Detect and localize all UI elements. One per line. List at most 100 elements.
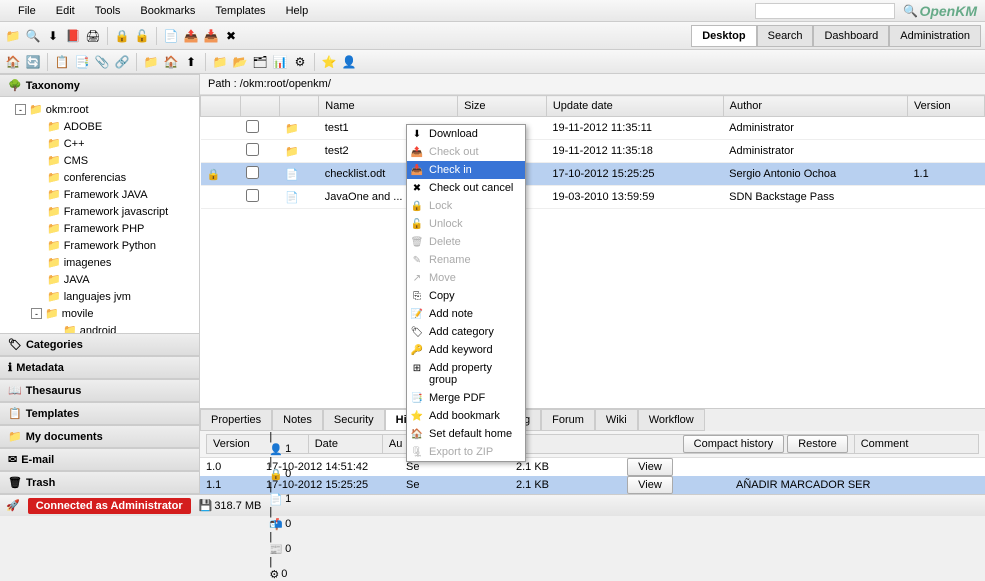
checkout-icon[interactable]: 📤: [182, 27, 200, 45]
new-folder-icon[interactable]: 📁: [4, 27, 22, 45]
history-row[interactable]: 1.117-10-2012 15:25:25Se2.1 KBViewAÑADIR…: [200, 476, 985, 494]
file-row[interactable]: 📁test119-11-2012 11:35:11Administrator: [201, 117, 985, 140]
tab-desktop[interactable]: Desktop: [691, 25, 756, 47]
tree-node[interactable]: 📁android: [0, 322, 199, 333]
tree-node[interactable]: -📁movile: [0, 305, 199, 322]
detail-tab[interactable]: Workflow: [638, 409, 705, 431]
row-checkbox[interactable]: [246, 143, 259, 156]
tree-node[interactable]: 📁C++: [0, 135, 199, 152]
ctx-check-in[interactable]: 📥Check in: [407, 161, 525, 179]
add-doc-icon[interactable]: 📄: [162, 27, 180, 45]
tree-node[interactable]: 📁imagenes: [0, 254, 199, 271]
tb-icon[interactable]: 🗂: [251, 53, 269, 71]
ctx-add-category[interactable]: 🏷Add category: [407, 323, 525, 341]
menu-help[interactable]: Help: [276, 2, 319, 20]
find-folder-icon[interactable]: 🔍: [24, 27, 42, 45]
tree-node[interactable]: 📁Framework Python: [0, 237, 199, 254]
view-button[interactable]: View: [627, 476, 673, 494]
checkin-icon[interactable]: 📥: [202, 27, 220, 45]
column-header[interactable]: Version: [907, 96, 984, 117]
tb-icon[interactable]: 📁: [211, 53, 229, 71]
tb-icon[interactable]: 📂: [231, 53, 249, 71]
detail-tab[interactable]: Notes: [272, 409, 323, 431]
tb-icon[interactable]: ⚙: [291, 53, 309, 71]
file-row[interactable]: 📁test219-11-2012 11:35:18Administrator: [201, 140, 985, 163]
row-checkbox[interactable]: [246, 189, 259, 202]
section-thesaurus[interactable]: 📖Thesaurus: [0, 379, 199, 402]
tree-node[interactable]: 📁Framework PHP: [0, 220, 199, 237]
search-input[interactable]: [755, 3, 895, 19]
menu-bookmarks[interactable]: Bookmarks: [130, 2, 205, 20]
tree-node[interactable]: -📁okm:root: [0, 101, 199, 118]
tab-dashboard[interactable]: Dashboard: [813, 25, 889, 47]
tree-toggle[interactable]: -: [15, 104, 26, 115]
tb-icon[interactable]: 📁: [142, 53, 160, 71]
print-icon[interactable]: 🖨: [84, 27, 102, 45]
cancel-checkout-icon[interactable]: ✖: [222, 27, 240, 45]
ctx-add-property-group[interactable]: ⊞Add property group: [407, 359, 525, 389]
ctx-check-out-cancel[interactable]: ✖Check out cancel: [407, 179, 525, 197]
section-metadata[interactable]: ℹMetadata: [0, 356, 199, 379]
tree-node[interactable]: 📁JAVA: [0, 271, 199, 288]
column-header[interactable]: [279, 96, 319, 117]
detail-tab[interactable]: Security: [323, 409, 385, 431]
tb-icon[interactable]: 📋: [53, 53, 71, 71]
column-header[interactable]: Size: [458, 96, 547, 117]
ctx-add-keyword[interactable]: 🔑Add keyword: [407, 341, 525, 359]
compact-history-button[interactable]: Compact history: [683, 435, 784, 453]
section-categories[interactable]: 🏷Categories: [0, 333, 199, 356]
tree-node[interactable]: 📁CMS: [0, 152, 199, 169]
file-row[interactable]: 🔒📄checklist.odt362.1 KB17-10-2012 15:25:…: [201, 163, 985, 186]
tree-node[interactable]: 📁languajes jvm: [0, 288, 199, 305]
menu-templates[interactable]: Templates: [205, 2, 275, 20]
ctx-set-default-home[interactable]: 🏠Set default home: [407, 425, 525, 443]
tree-node[interactable]: 📁conferencias: [0, 169, 199, 186]
row-checkbox[interactable]: [246, 120, 259, 133]
user-icon[interactable]: 👤: [340, 53, 358, 71]
file-row[interactable]: 📄JavaOne and ...19-03-2010 13:59:59SDN B…: [201, 186, 985, 209]
section-trash[interactable]: 🗑Trash: [0, 471, 199, 494]
lock-icon[interactable]: 🔒: [113, 27, 131, 45]
column-header[interactable]: [240, 96, 279, 117]
ctx-copy[interactable]: ⎘Copy: [407, 287, 525, 305]
detail-tab[interactable]: Properties: [200, 409, 272, 431]
ctx-merge-pdf[interactable]: 📑Merge PDF: [407, 389, 525, 407]
search-icon[interactable]: 🔍: [901, 2, 919, 20]
view-button[interactable]: View: [627, 458, 673, 476]
tb-icon[interactable]: 📊: [271, 53, 289, 71]
refresh-icon[interactable]: 🔄: [24, 53, 42, 71]
menu-file[interactable]: File: [8, 2, 46, 20]
menu-tools[interactable]: Tools: [85, 2, 131, 20]
detail-tab[interactable]: Forum: [541, 409, 595, 431]
tab-search[interactable]: Search: [757, 25, 814, 47]
ctx-download[interactable]: ⬇Download: [407, 125, 525, 143]
section-templates[interactable]: 📋Templates: [0, 402, 199, 425]
restore-button[interactable]: Restore: [787, 435, 848, 453]
history-row[interactable]: 1.017-10-2012 14:51:42Se2.1 KBView: [200, 458, 985, 476]
column-header[interactable]: Name: [319, 96, 458, 117]
column-header[interactable]: [201, 96, 241, 117]
menu-edit[interactable]: Edit: [46, 2, 85, 20]
detail-tab[interactable]: Wiki: [595, 409, 638, 431]
home-icon[interactable]: 🏠: [4, 53, 22, 71]
download-icon[interactable]: ⬇: [44, 27, 62, 45]
tb-icon[interactable]: ⭐: [320, 53, 338, 71]
section-email[interactable]: ✉E-mail: [0, 448, 199, 471]
row-checkbox[interactable]: [246, 166, 259, 179]
ctx-add-note[interactable]: 📝Add note: [407, 305, 525, 323]
tb-icon[interactable]: 🏠: [162, 53, 180, 71]
tree-toggle[interactable]: -: [31, 308, 42, 319]
tree-node[interactable]: 📁Framework JAVA: [0, 186, 199, 203]
download-pdf-icon[interactable]: 📕: [64, 27, 82, 45]
ctx-add-bookmark[interactable]: ⭐Add bookmark: [407, 407, 525, 425]
tb-icon[interactable]: 🔗: [113, 53, 131, 71]
unlock-icon[interactable]: 🔓: [133, 27, 151, 45]
tab-administration[interactable]: Administration: [889, 25, 981, 47]
tb-icon[interactable]: ⬆: [182, 53, 200, 71]
tb-icon[interactable]: 📑: [73, 53, 91, 71]
tree-node[interactable]: 📁ADOBE: [0, 118, 199, 135]
column-header[interactable]: Update date: [546, 96, 723, 117]
section-mydocs[interactable]: 📁My documents: [0, 425, 199, 448]
tb-icon[interactable]: 📎: [93, 53, 111, 71]
tree-node[interactable]: 📁Framework javascript: [0, 203, 199, 220]
